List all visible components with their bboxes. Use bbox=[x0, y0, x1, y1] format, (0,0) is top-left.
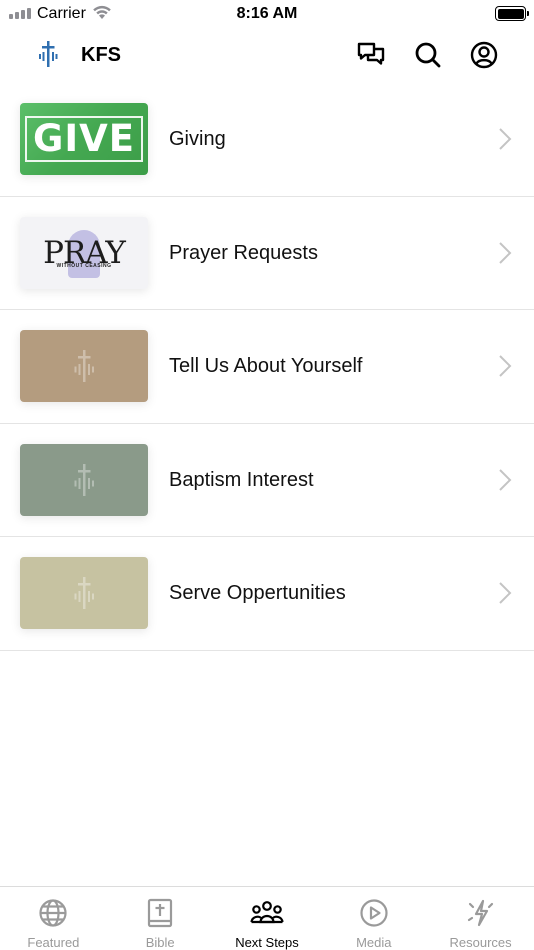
tab-label: Bible bbox=[145, 935, 175, 950]
list-item-tell-us-about-yourself[interactable]: Tell Us About Yourself bbox=[0, 310, 534, 424]
chevron-right-icon bbox=[499, 468, 512, 491]
giving-thumbnail: GIVE bbox=[20, 103, 148, 175]
list-item-label: Prayer Requests bbox=[169, 241, 318, 264]
tab-label: Featured bbox=[27, 935, 80, 950]
chevron-right-icon bbox=[499, 582, 512, 604]
cross-waveform-icon bbox=[74, 463, 94, 496]
list-item-prayer-requests[interactable]: PRAY WITHOUT CEASING Prayer Requests bbox=[0, 197, 534, 310]
placeholder-thumbnail bbox=[20, 557, 148, 629]
give-logo-text: GIVE bbox=[24, 116, 144, 162]
list-item-baptism-interest[interactable]: Baptism Interest bbox=[0, 424, 534, 537]
app-title: KFS bbox=[81, 44, 121, 66]
list-item-label: Baptism Interest bbox=[169, 468, 314, 491]
placeholder-thumbnail bbox=[20, 330, 148, 402]
account-icon bbox=[470, 41, 498, 69]
status-bar: Carrier 8:16 AM bbox=[0, 0, 534, 28]
chevron-right-icon bbox=[499, 128, 512, 150]
battery-icon bbox=[495, 6, 529, 21]
bible-icon bbox=[148, 898, 173, 928]
tab-bar: Featured Bible Next Steps Media Resource… bbox=[0, 886, 534, 950]
list-item-label: Tell Us About Yourself bbox=[169, 355, 363, 377]
chat-button[interactable] bbox=[354, 38, 388, 72]
search-icon bbox=[415, 42, 441, 68]
logo-icon bbox=[36, 41, 60, 72]
cross-waveform-icon bbox=[74, 350, 94, 382]
placeholder-thumbnail bbox=[20, 443, 148, 516]
app-header: KFS bbox=[0, 28, 534, 82]
chat-icon bbox=[357, 42, 385, 65]
sparkle-icon bbox=[467, 899, 493, 927]
tab-next-steps[interactable]: Next Steps bbox=[214, 887, 321, 950]
chevron-right-icon bbox=[499, 241, 512, 264]
tab-media[interactable]: Media bbox=[320, 887, 427, 950]
prayer-thumbnail: PRAY WITHOUT CEASING bbox=[20, 216, 148, 289]
chevron-right-icon bbox=[499, 355, 512, 377]
account-button[interactable] bbox=[467, 38, 501, 72]
search-button[interactable] bbox=[411, 38, 445, 72]
list-item-label: Giving bbox=[169, 128, 226, 150]
list-item-giving[interactable]: GIVE Giving bbox=[0, 83, 534, 197]
cross-waveform-icon bbox=[74, 577, 94, 609]
globe-icon bbox=[39, 899, 67, 927]
status-time: 8:16 AM bbox=[236, 5, 298, 22]
tab-label: Next Steps bbox=[235, 935, 299, 950]
play-icon bbox=[360, 899, 388, 927]
list-item-serve-opportunities[interactable]: Serve Oppertunities bbox=[0, 537, 534, 651]
tab-resources[interactable]: Resources bbox=[427, 887, 534, 950]
list-item-label: Serve Oppertunities bbox=[169, 582, 346, 604]
next-steps-list: GIVE Giving PRAY WITHOUT CEASING Prayer … bbox=[0, 83, 534, 651]
pray-logo-subtext: WITHOUT CEASING bbox=[56, 262, 112, 269]
tab-featured[interactable]: Featured bbox=[0, 887, 107, 950]
tab-label: Media bbox=[356, 935, 392, 950]
people-icon bbox=[250, 901, 284, 924]
tab-label: Resources bbox=[449, 935, 512, 950]
tab-bible[interactable]: Bible bbox=[107, 887, 214, 950]
